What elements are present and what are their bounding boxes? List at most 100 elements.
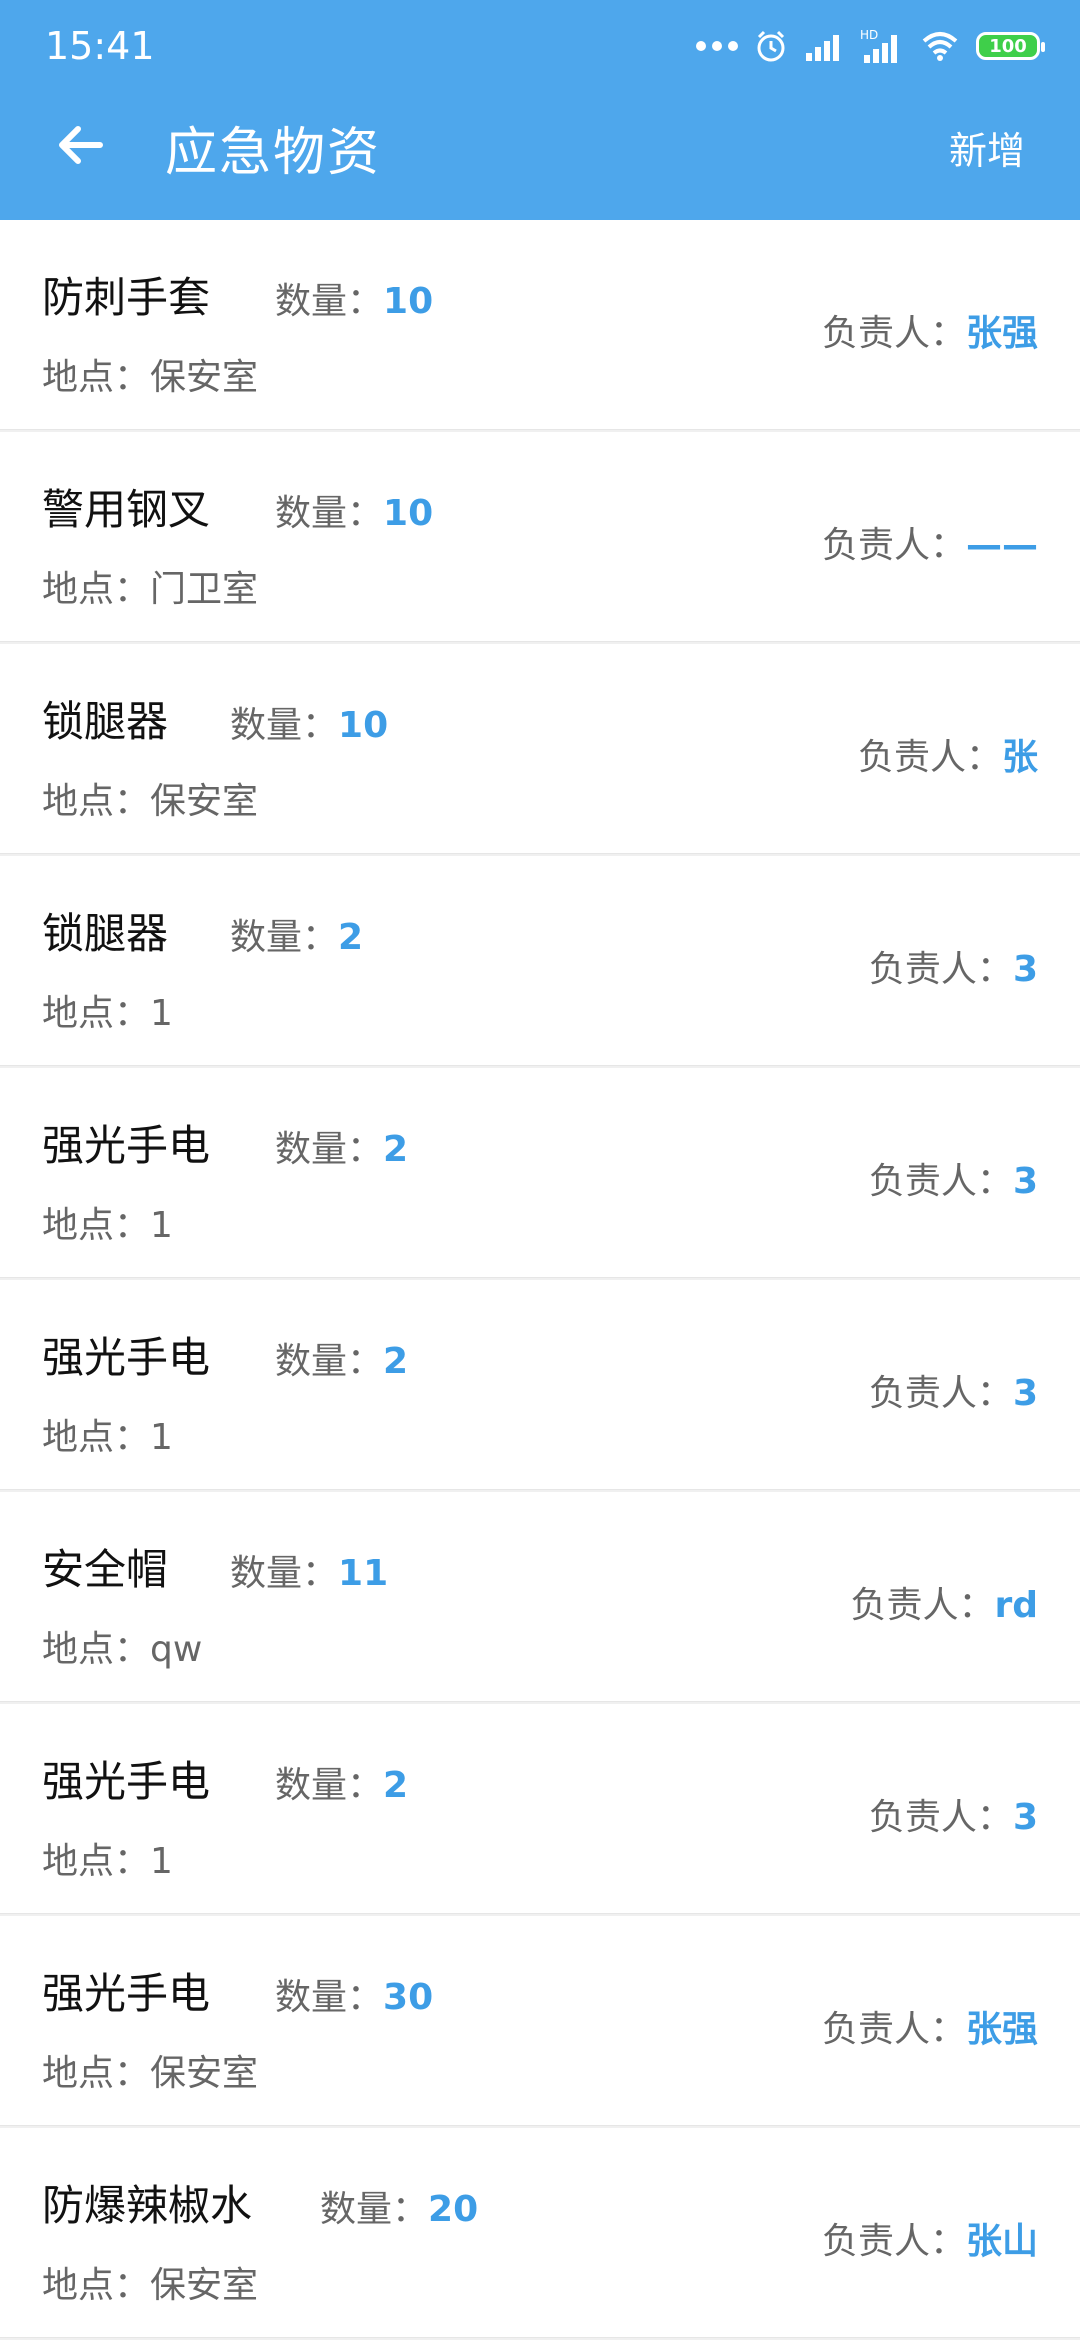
quantity-value: 30 bbox=[383, 1977, 434, 2018]
item-quantity: 数量：10 bbox=[275, 272, 433, 324]
owner-label: 负责人： bbox=[868, 1797, 1013, 1838]
quantity-label: 数量： bbox=[275, 1341, 384, 1382]
item-owner: 负责人：张 bbox=[858, 728, 1038, 780]
quantity-value: 10 bbox=[383, 281, 434, 322]
page-title: 应急物资 bbox=[165, 123, 382, 183]
item-owner: 负责人：张强 bbox=[822, 2000, 1038, 2052]
list-item[interactable]: 强光手电 数量：30 地点：保安室 负责人：张强 bbox=[0, 1916, 1080, 2125]
item-name: 强光手电 bbox=[42, 1121, 211, 1170]
item-owner: 负责人：张山 bbox=[822, 2212, 1038, 2264]
location-label: 地点： bbox=[42, 569, 151, 610]
item-owner: 负责人：3 bbox=[869, 1364, 1038, 1416]
location-value: 保安室 bbox=[150, 2053, 259, 2094]
list-item[interactable]: 锁腿器 数量：2 地点：1 负责人：3 bbox=[0, 856, 1080, 1065]
item-name: 强光手电 bbox=[42, 1333, 211, 1382]
alarm-icon bbox=[757, 30, 785, 62]
quantity-label: 数量： bbox=[275, 1765, 384, 1806]
wifi-icon bbox=[922, 32, 958, 61]
quantity-value: 20 bbox=[428, 2189, 479, 2230]
battery-icon: 100 bbox=[976, 32, 1045, 60]
location-value: 1 bbox=[150, 1417, 173, 1458]
list-item[interactable]: 防刺手套 数量：10 地点：保安室 负责人：张强 bbox=[0, 220, 1080, 429]
item-location: 地点：门卫室 bbox=[42, 560, 258, 612]
list-item[interactable]: 锁腿器 数量：10 地点：保安室 负责人：张 bbox=[0, 644, 1080, 853]
item-location: 地点：1 bbox=[42, 1196, 173, 1248]
quantity-label: 数量： bbox=[275, 281, 384, 322]
list-item[interactable]: 强光手电 数量：2 地点：1 负责人：3 bbox=[0, 1068, 1080, 1277]
location-label: 地点： bbox=[42, 1205, 151, 1246]
item-name: 防爆辣椒水 bbox=[42, 2181, 253, 2230]
quantity-label: 数量： bbox=[275, 1129, 384, 1170]
location-label: 地点： bbox=[42, 781, 151, 822]
item-quantity: 数量：30 bbox=[275, 1968, 433, 2020]
quantity-value: 2 bbox=[383, 1765, 409, 1806]
location-label: 地点： bbox=[42, 2265, 151, 2306]
owner-label: 负责人： bbox=[868, 949, 1013, 990]
owner-label: 负责人： bbox=[821, 2009, 966, 2050]
list-item[interactable]: 防爆辣椒水 数量：20 地点：保安室 负责人：张山 bbox=[0, 2128, 1080, 2337]
list-item[interactable]: 强光手电 数量：2 地点：1 负责人：3 bbox=[0, 1280, 1080, 1489]
location-label: 地点： bbox=[42, 2053, 151, 2094]
owner-value: 张强 bbox=[965, 2009, 1038, 2050]
add-button[interactable]: 新增 bbox=[949, 120, 1025, 175]
location-value: 保安室 bbox=[150, 357, 259, 398]
owner-value: 3 bbox=[1012, 1797, 1038, 1838]
item-name: 锁腿器 bbox=[42, 909, 169, 958]
item-location: 地点：1 bbox=[42, 1408, 173, 1460]
location-label: 地点： bbox=[42, 357, 151, 398]
item-name: 警用钢叉 bbox=[42, 485, 211, 534]
quantity-value: 2 bbox=[383, 1129, 409, 1170]
list-item[interactable]: 强光手电 数量：2 地点：1 负责人：3 bbox=[0, 1704, 1080, 1913]
location-value: 1 bbox=[150, 1841, 173, 1882]
item-quantity: 数量：2 bbox=[230, 908, 363, 960]
owner-value: 3 bbox=[1012, 949, 1038, 990]
item-name: 防刺手套 bbox=[42, 273, 211, 322]
owner-label: 负责人： bbox=[821, 2221, 966, 2262]
owner-label: 负责人： bbox=[821, 313, 966, 354]
quantity-value: 10 bbox=[338, 705, 389, 746]
item-location: 地点：1 bbox=[42, 984, 173, 1036]
quantity-label: 数量： bbox=[275, 493, 384, 534]
location-label: 地点： bbox=[42, 993, 151, 1034]
item-owner: 负责人：张强 bbox=[822, 304, 1038, 356]
quantity-value: 2 bbox=[338, 917, 364, 958]
location-label: 地点： bbox=[42, 1841, 151, 1882]
item-name: 强光手电 bbox=[42, 1969, 211, 2018]
item-name: 安全帽 bbox=[42, 1545, 169, 1594]
location-value: qw bbox=[150, 1629, 203, 1670]
owner-value: 张强 bbox=[965, 313, 1038, 354]
back-button[interactable] bbox=[50, 115, 110, 175]
owner-label: 负责人： bbox=[850, 1585, 995, 1626]
list-item[interactable]: 警用钢叉 数量：10 地点：门卫室 负责人：—— bbox=[0, 432, 1080, 641]
status-time: 15:41 bbox=[45, 24, 155, 68]
owner-value: 张山 bbox=[965, 2221, 1038, 2262]
location-value: 1 bbox=[150, 1205, 173, 1246]
quantity-value: 11 bbox=[338, 1553, 389, 1594]
location-value: 保安室 bbox=[150, 781, 259, 822]
owner-value: 张 bbox=[1001, 737, 1038, 778]
item-location: 地点：1 bbox=[42, 1832, 173, 1884]
item-owner: 负责人：—— bbox=[822, 516, 1038, 568]
item-owner: 负责人：3 bbox=[869, 1152, 1038, 1204]
quantity-label: 数量： bbox=[320, 2189, 429, 2230]
item-owner: 负责人：3 bbox=[869, 940, 1038, 992]
quantity-label: 数量： bbox=[230, 1553, 339, 1594]
owner-value: 3 bbox=[1012, 1161, 1038, 1202]
owner-label: 负责人： bbox=[857, 737, 1002, 778]
owner-label: 负责人： bbox=[868, 1373, 1013, 1414]
item-location: 地点：保安室 bbox=[42, 348, 258, 400]
owner-value: rd bbox=[994, 1585, 1038, 1626]
item-quantity: 数量：10 bbox=[230, 696, 388, 748]
item-quantity: 数量：2 bbox=[275, 1332, 408, 1384]
quantity-label: 数量： bbox=[230, 705, 339, 746]
status-icons: HD 100 bbox=[696, 26, 1045, 66]
quantity-value: 10 bbox=[383, 493, 434, 534]
item-quantity: 数量：2 bbox=[275, 1120, 408, 1172]
item-location: 地点：qw bbox=[42, 1620, 202, 1672]
location-label: 地点： bbox=[42, 1417, 151, 1458]
list-item[interactable]: 安全帽 数量：11 地点：qw 负责人：rd bbox=[0, 1492, 1080, 1701]
hd-signal-icon: HD bbox=[860, 28, 897, 63]
location-value: 保安室 bbox=[150, 2265, 259, 2306]
supply-list: 防刺手套 数量：10 地点：保安室 负责人：张强 警用钢叉 数量：10 地点：门卫室 负责人：… bbox=[0, 220, 1080, 2340]
item-location: 地点：保安室 bbox=[42, 2256, 258, 2308]
